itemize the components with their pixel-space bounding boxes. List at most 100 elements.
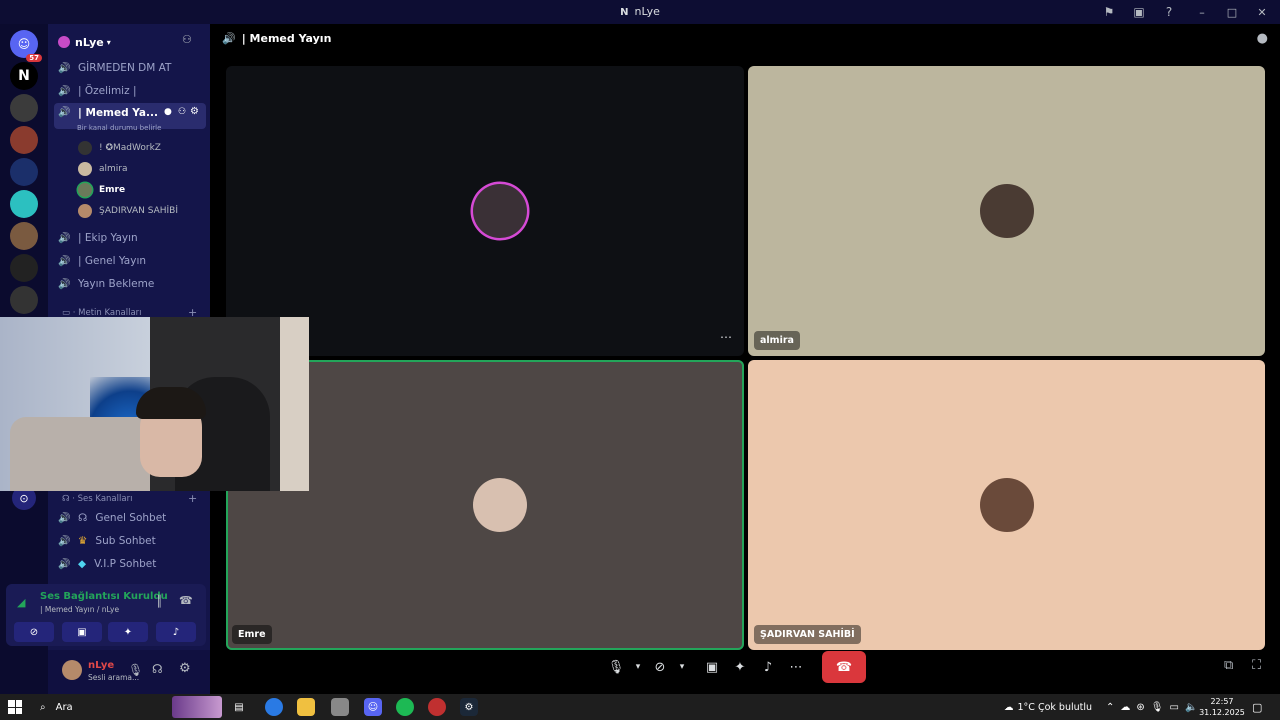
maximize-button[interactable]: □ (1220, 0, 1244, 24)
voice-channel[interactable]: 🔊 | Ekip Yayın (54, 228, 206, 248)
screen-share-button[interactable]: ▣ (698, 653, 726, 681)
chat-icon[interactable]: ● (164, 107, 172, 117)
app-icon[interactable] (331, 698, 349, 716)
soundboard-button[interactable]: ♪ (754, 653, 782, 681)
unread-badge: 57 (26, 54, 42, 62)
server-icon[interactable] (10, 222, 38, 250)
microphone-icon[interactable]: 🎙 (128, 663, 143, 677)
noise-suppression-icon[interactable]: ║ (156, 595, 163, 608)
microphone-button[interactable]: 🎙 (602, 653, 630, 681)
username[interactable]: nLye (88, 660, 114, 671)
gear-icon[interactable]: ⚙ (190, 106, 199, 117)
gear-icon[interactable]: ⚙ (179, 661, 191, 676)
server-icon[interactable] (10, 190, 38, 218)
headphones-icon: ☊ (78, 512, 88, 524)
speaker-icon: 🔊 (58, 278, 71, 290)
hair-shape (136, 387, 206, 419)
participant-tile[interactable]: ⋯ (226, 66, 744, 356)
start-icon[interactable] (8, 700, 22, 714)
server-icon[interactable] (10, 286, 38, 314)
chevron-up-icon[interactable]: ⌃ (1106, 702, 1114, 713)
volume-icon[interactable]: 🔈 (1185, 702, 1197, 713)
chat-icon[interactable]: ● (1257, 31, 1268, 46)
inbox-icon[interactable]: ⚑ (1094, 0, 1124, 24)
chevron-down-icon[interactable]: ▾ (630, 653, 646, 681)
title-bar: NnLye ⚑ ▣ ? – □ ✕ (0, 0, 1280, 24)
voice-member[interactable]: ŞADIRVAN SAHİBİ (78, 203, 178, 219)
participant-tile[interactable]: ŞADIRVAN SAHİBİ (748, 360, 1265, 650)
server-icon[interactable] (10, 158, 38, 186)
voice-status-subtitle[interactable]: | Memed Yayın / nLye (40, 605, 119, 614)
voice-channel[interactable]: 🔊 Yayın Bekleme (54, 274, 206, 294)
app-icon[interactable] (428, 698, 446, 716)
more-options-icon[interactable]: ⋯ (720, 330, 732, 344)
headphones-icon[interactable]: ☊ (152, 662, 163, 676)
signal-icon[interactable]: ◢ (17, 596, 25, 609)
popout-icon[interactable]: ⧉ (1224, 658, 1233, 673)
voice-channel[interactable]: 🔊 ☊ Genel Sohbet (54, 508, 206, 528)
server-icon[interactable] (10, 126, 38, 154)
add-member-icon[interactable]: ⚇ (182, 33, 192, 46)
voice-member[interactable]: ! ✪MadWorkZ (78, 140, 161, 156)
microphone-icon[interactable]: 🎙 (1151, 702, 1164, 713)
add-channel-icon[interactable]: + (188, 492, 197, 505)
wifi-icon[interactable]: ▭ (1169, 702, 1178, 713)
search-highlight-image (172, 696, 222, 718)
server-icon[interactable] (10, 94, 38, 122)
window-icon[interactable]: ▣ (1124, 0, 1154, 24)
channel-status-hint[interactable]: Bir kanal durumu belirle (77, 124, 161, 132)
participant-tile[interactable]: almira (748, 66, 1265, 356)
disconnect-button[interactable]: ☎ (822, 651, 866, 683)
activities-button[interactable]: ✦ (108, 622, 148, 642)
weather-widget[interactable]: ☁ 1°C Çok bulutlu (1004, 694, 1092, 720)
avatar (473, 184, 527, 238)
chrome-icon[interactable] (265, 698, 283, 716)
disconnect-icon[interactable]: ☎ (179, 594, 193, 607)
soundboard-button[interactable]: ♪ (156, 622, 196, 642)
speaker-icon: 🔊 (58, 558, 71, 570)
voice-channel[interactable]: 🔊 | Özelimiz | (54, 81, 206, 101)
task-view-icon[interactable]: ▤ (230, 698, 248, 716)
notification-icon[interactable]: ▢ (1252, 694, 1262, 720)
chevron-down-icon: ▾ (106, 37, 111, 47)
home-button[interactable]: ☺ 57 (10, 30, 42, 62)
voice-status-title[interactable]: Ses Bağlantısı Kuruldu (40, 591, 168, 602)
spotify-icon[interactable] (396, 698, 414, 716)
voice-channel[interactable]: 🔊 GİRMEDEN DM AT (54, 58, 206, 78)
chevron-down-icon[interactable]: ▾ (674, 653, 690, 681)
category-voice-channels[interactable]: ☊ · Ses Kanalları (62, 494, 132, 504)
trophy-icon: ♛ (78, 535, 88, 547)
voice-channel[interactable]: 🔊 | Genel Yayın (54, 251, 206, 271)
server-icon[interactable]: N (10, 62, 38, 90)
system-tray: ⌃ ☁ ⊛ 🎙 ▭ 🔈 (1106, 694, 1197, 720)
invite-icon[interactable]: ⚇ (178, 107, 186, 117)
camera-off-button[interactable]: ⊘ (14, 622, 54, 642)
steam-icon[interactable]: ⚙ (460, 698, 478, 716)
voice-member[interactable]: Emre (78, 182, 125, 198)
fullscreen-icon[interactable]: ⛶ (1252, 658, 1261, 673)
app-tray-icon[interactable]: ⊛ (1136, 702, 1144, 713)
file-explorer-icon[interactable] (297, 698, 315, 716)
clock[interactable]: 22:57 31.12.2025 (1199, 694, 1245, 720)
voice-member[interactable]: almira (78, 161, 128, 177)
speaker-icon: 🔊 (58, 107, 71, 118)
help-icon[interactable]: ? (1154, 0, 1184, 24)
voice-call-view: 🔊 | Memed Yayın ● ⋯ almira Emre ŞADIRVAN … (210, 24, 1280, 694)
avatar[interactable] (62, 660, 82, 680)
server-icon[interactable] (10, 254, 38, 282)
search-icon: ⌕ (40, 701, 46, 713)
network-icon[interactable]: ☁ (1120, 702, 1130, 713)
speaker-icon: 🔊 (58, 85, 71, 97)
door-shape (280, 317, 309, 491)
speaker-icon: 🔊 (58, 535, 71, 547)
close-button[interactable]: ✕ (1244, 0, 1280, 24)
screen-share-button[interactable]: ▣ (62, 622, 102, 642)
minimize-button[interactable]: – (1184, 0, 1220, 24)
camera-off-button[interactable]: ⊘ (646, 653, 674, 681)
voice-channel[interactable]: 🔊 ♛ Sub Sohbet (54, 531, 206, 551)
voice-channel[interactable]: 🔊 ◆ V.I.P Sohbet (54, 554, 206, 574)
discord-icon[interactable]: ☺ (364, 698, 382, 716)
activities-button[interactable]: ✦ (726, 653, 754, 681)
guild-icon (58, 36, 70, 48)
more-options-icon[interactable]: ⋯ (782, 653, 810, 681)
